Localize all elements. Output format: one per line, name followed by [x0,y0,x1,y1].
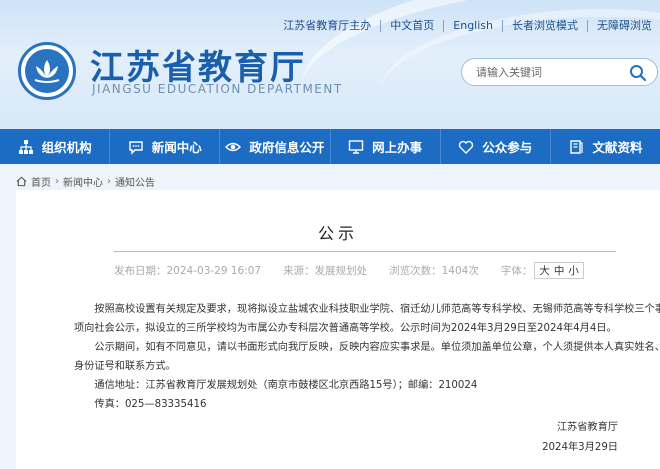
font-size-small[interactable]: 小 [566,263,581,278]
nav-item-organization[interactable]: 组织机构 [0,129,111,164]
chat-icon [129,140,143,155]
breadcrumb-home[interactable]: 首页 [31,174,51,189]
breadcrumb-separator: › [107,176,111,187]
nav-label: 政府信息公开 [249,140,325,155]
nav-item-news[interactable]: 新闻中心 [110,129,221,164]
nav-label: 新闻中心 [151,140,202,155]
site-logo[interactable] [18,42,76,100]
nav-label: 文献资料 [592,140,643,155]
paragraph-line: 项向社会公示，拟设立的三所学校均为市属公办专科层次普通高等学校。公示时间为202… [74,323,617,334]
monitor-icon [348,139,364,154]
font-size-large[interactable]: 大 [537,263,552,278]
eye-icon [225,142,242,151]
top-link-elderly-mode[interactable]: 长者浏览模式 [503,20,588,32]
search-input[interactable] [476,65,626,79]
site-subtitle: JIANGSU EDUCATION DEPARTMENT [92,82,343,96]
paragraph-line: 身份证号和联系方式。 [74,361,176,372]
breadcrumb-news[interactable]: 新闻中心 [63,174,103,189]
views-label: 浏览次数： [389,265,442,277]
main-nav: 组织机构 新闻中心 政府信息公开 网上办事 公众参与 文献资料 [0,129,660,164]
nav-item-public-participation[interactable]: 公众参与 [441,129,551,164]
nav-label: 组织机构 [41,140,92,155]
home-icon [16,176,27,187]
top-link-host: 江苏省教育厅主办 [274,20,382,32]
paragraph-line: 通信地址：江苏省教育厅发展规划处（南京市鼓楼区北京西路15号）；邮编：21002… [94,380,478,391]
nav-label: 公众参与 [482,140,533,155]
org-icon [18,139,33,154]
book-icon [570,139,584,154]
views-count: 1404次 [441,265,479,277]
nav-item-documents[interactable]: 文献资料 [551,129,660,164]
nav-label: 网上办事 [372,140,423,155]
page-title: 公示 [317,224,358,243]
top-link-chinese-home[interactable]: 中文首页 [381,20,445,32]
signature-date: 2024年3月29日 [542,442,618,453]
site-header: 江苏省教育厅主办 中文首页 English 长者浏览模式 无障碍浏览 江苏省教育… [0,0,660,129]
lotus-logo-icon [34,60,60,83]
search-icon[interactable] [629,64,647,82]
top-link-accessibility[interactable]: 无障碍浏览 [588,20,660,32]
title-divider [114,251,616,252]
top-links: 江苏省教育厅主办 中文首页 English 长者浏览模式 无障碍浏览 [274,18,660,34]
publish-date: 发布日期：2024-03-29 16:07 [114,265,262,277]
breadcrumb-notices[interactable]: 通知公告 [115,174,155,189]
nav-item-online-services[interactable]: 网上办事 [331,129,441,164]
article-body: 按照高校设置有关规定及要求，现将拟设立盐城农业科技职业学院、宿迁幼儿师范高等专科… [74,300,660,414]
paragraph-line: 按照高校设置有关规定及要求，现将拟设立盐城农业科技职业学院、宿迁幼儿师范高等专科… [94,304,660,315]
top-link-english[interactable]: English [444,20,503,32]
nav-item-gov-info[interactable]: 政府信息公开 [220,129,331,164]
paragraph-line: 传真：025—83335416 [94,399,207,410]
breadcrumb: 首页 › 新闻中心 › 通知公告 [16,174,155,189]
article-source: 来源：发展规划处 [283,265,368,277]
heart-icon [459,140,474,154]
font-size-switch: 大 中 小 [534,262,584,279]
search-box [461,58,658,86]
signature-org: 江苏省教育厅 [556,422,618,433]
article-panel: 公示 发布日期：2024-03-29 16:07 来源：发展规划处 浏览次数： … [16,190,660,469]
font-size-medium[interactable]: 中 [552,263,567,278]
paragraph-line: 公示期间，如有不同意见，请以书面形式向我厅反映，反映内容应实事求是。单位须加盖单… [94,342,660,353]
font-size-label: 字体： [500,265,533,277]
breadcrumb-separator: › [55,176,59,187]
article-meta: 发布日期：2024-03-29 16:07 来源：发展规划处 浏览次数： 140… [114,262,584,279]
